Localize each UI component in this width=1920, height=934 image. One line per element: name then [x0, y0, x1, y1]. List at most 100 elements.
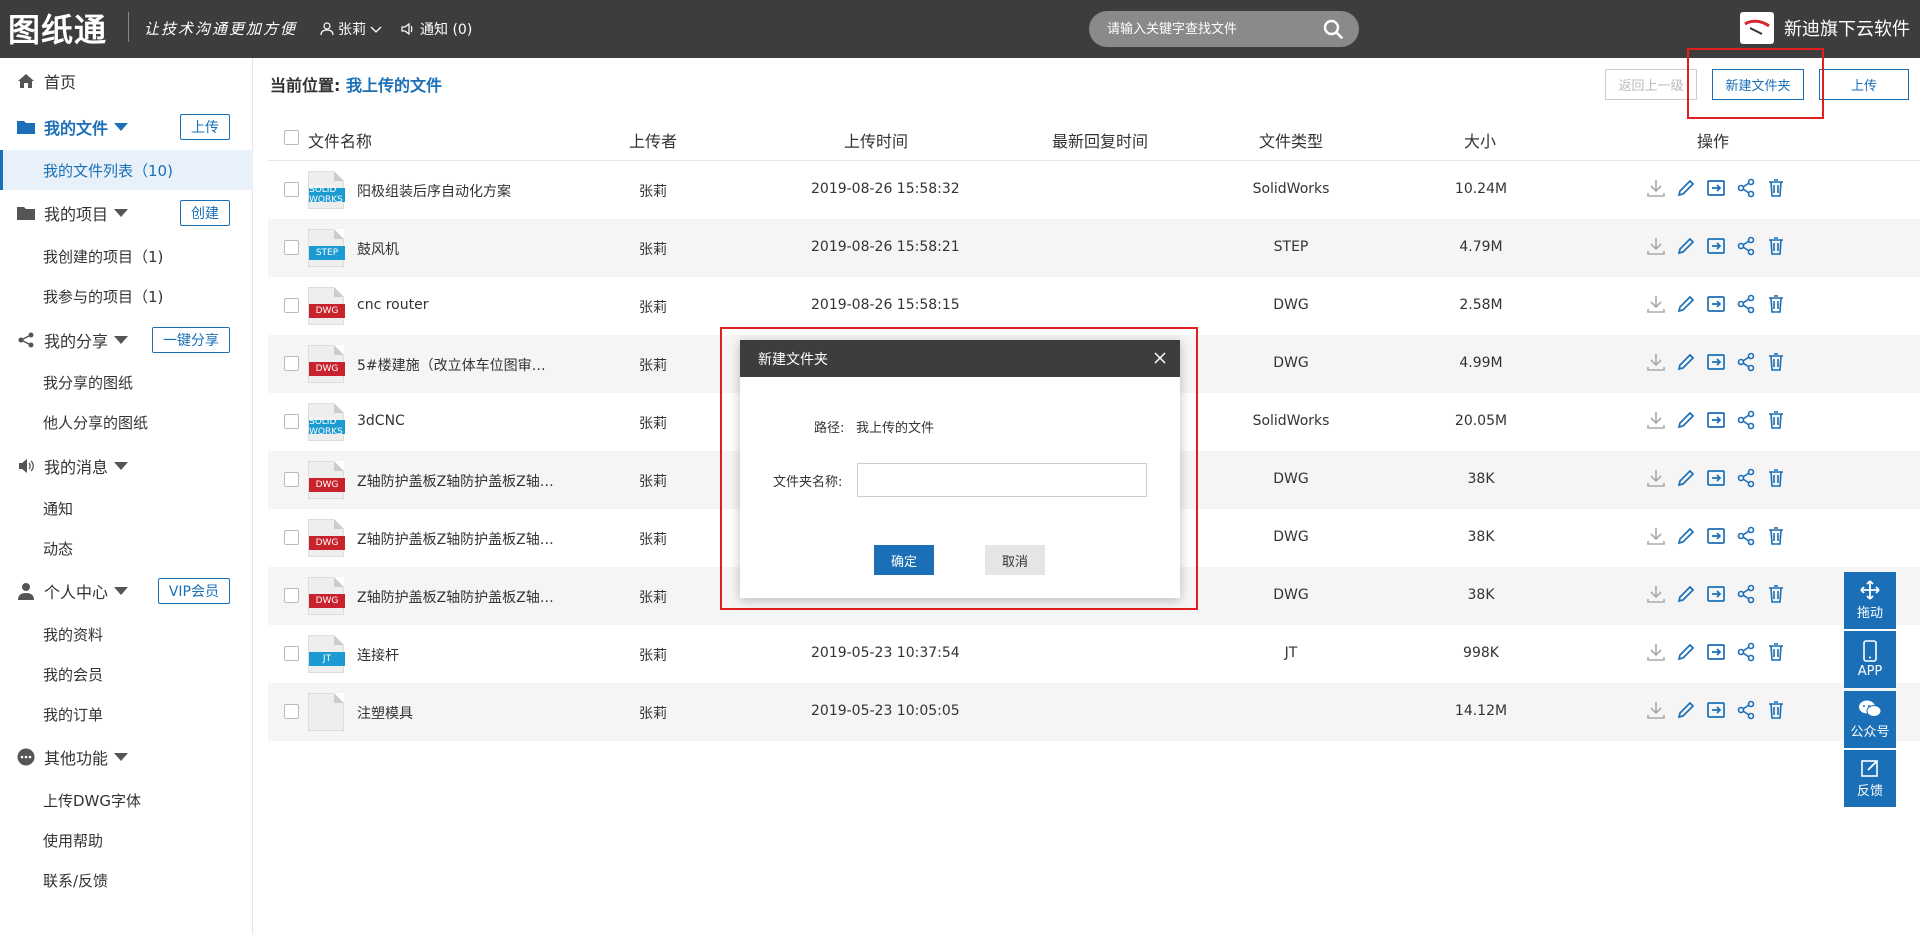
cancel-button[interactable]: 取消: [985, 545, 1045, 575]
download-icon[interactable]: [1646, 236, 1666, 256]
col-uploader[interactable]: 上传者: [629, 128, 677, 152]
delete-icon[interactable]: [1766, 410, 1786, 430]
download-icon[interactable]: [1646, 410, 1666, 430]
edit-icon[interactable]: [1676, 642, 1696, 662]
move-to-folder-icon[interactable]: [1706, 526, 1726, 546]
share-icon[interactable]: [1736, 178, 1756, 198]
table-row[interactable]: SOLID WORKS 阳极组装后序自动化方案 张莉 2019-08-26 15:58…: [268, 161, 1920, 219]
user-menu[interactable]: 张莉: [320, 19, 382, 39]
download-icon[interactable]: [1646, 178, 1666, 198]
upload-button[interactable]: 上传: [1819, 69, 1909, 100]
download-icon[interactable]: [1646, 700, 1666, 720]
sidebar-item-contact[interactable]: 联系/反馈: [0, 860, 253, 900]
table-row[interactable]: 注塑模具 张莉 2019-05-23 10:05:05 14.12M: [268, 683, 1920, 741]
share-icon[interactable]: [1736, 352, 1756, 372]
delete-icon[interactable]: [1766, 352, 1786, 372]
edit-icon[interactable]: [1676, 178, 1696, 198]
sidebar-item-other-functions[interactable]: 其他功能: [0, 737, 253, 777]
sidebar-item-joined-projects[interactable]: 我参与的项目（1): [0, 276, 253, 316]
file-name[interactable]: 连接杆: [357, 645, 399, 665]
search-input[interactable]: [1107, 11, 1307, 47]
feedback-button[interactable]: 反馈: [1844, 750, 1896, 807]
col-file-type[interactable]: 文件类型: [1259, 128, 1323, 152]
table-row[interactable]: DWG cnc router 张莉 2019-08-26 15:58:15 DWG 2.5…: [268, 277, 1920, 335]
share-icon[interactable]: [1736, 584, 1756, 604]
file-name[interactable]: cnc router: [357, 297, 428, 313]
select-all-checkbox[interactable]: [284, 130, 299, 145]
file-name[interactable]: Z轴防护盖板Z轴防护盖板Z轴…: [357, 529, 554, 549]
col-name[interactable]: 文件名称: [308, 128, 372, 152]
table-row[interactable]: JT 连接杆 张莉 2019-05-23 10:37:54 JT 998K: [268, 625, 1920, 683]
move-to-folder-icon[interactable]: [1706, 468, 1726, 488]
move-to-folder-icon[interactable]: [1706, 700, 1726, 720]
row-checkbox[interactable]: [284, 298, 299, 313]
sidebar-one-click-share-button[interactable]: 一键分享: [152, 327, 230, 353]
download-icon[interactable]: [1646, 294, 1666, 314]
brand[interactable]: 新迪旗下云软件: [1740, 12, 1910, 44]
download-icon[interactable]: [1646, 642, 1666, 662]
wechat-button[interactable]: 公众号: [1844, 691, 1896, 748]
row-checkbox[interactable]: [284, 588, 299, 603]
sidebar-item-upload-font[interactable]: 上传DWG字体: [0, 780, 253, 820]
app-logo[interactable]: 图纸通: [8, 8, 107, 49]
new-folder-button[interactable]: 新建文件夹: [1712, 69, 1804, 100]
file-name[interactable]: 5#楼建施（改立体车位图审…: [357, 355, 546, 375]
table-row[interactable]: STEP 鼓风机 张莉 2019-08-26 15:58:21 STEP 4.79M: [268, 219, 1920, 277]
sidebar-upload-button[interactable]: 上传: [180, 114, 230, 140]
sidebar-item-my-messages[interactable]: 我的消息: [0, 446, 253, 486]
row-checkbox[interactable]: [284, 530, 299, 545]
sidebar-item-my-membership[interactable]: 我的会员: [0, 654, 253, 694]
share-icon[interactable]: [1736, 700, 1756, 720]
file-name[interactable]: Z轴防护盖板Z轴防护盖板Z轴…: [357, 587, 554, 607]
file-name[interactable]: 注塑模具: [357, 703, 413, 723]
share-icon[interactable]: [1736, 410, 1756, 430]
share-icon[interactable]: [1736, 642, 1756, 662]
sidebar-item-home[interactable]: 首页: [0, 61, 253, 101]
delete-icon[interactable]: [1766, 178, 1786, 198]
row-checkbox[interactable]: [284, 356, 299, 371]
sidebar-item-my-profile[interactable]: 我的资料: [0, 614, 253, 654]
back-button[interactable]: 返回上一级: [1605, 69, 1697, 100]
app-button[interactable]: APP: [1844, 631, 1896, 688]
close-icon[interactable]: [1152, 350, 1168, 366]
sidebar-item-my-orders[interactable]: 我的订单: [0, 694, 253, 734]
sidebar-item-created-projects[interactable]: 我创建的项目（1): [0, 236, 253, 276]
edit-icon[interactable]: [1676, 410, 1696, 430]
col-reply-time[interactable]: 最新回复时间: [1052, 128, 1148, 152]
row-checkbox[interactable]: [284, 414, 299, 429]
move-to-folder-icon[interactable]: [1706, 584, 1726, 604]
search-icon[interactable]: [1323, 19, 1343, 39]
edit-icon[interactable]: [1676, 352, 1696, 372]
sidebar-item-help[interactable]: 使用帮助: [0, 820, 253, 860]
col-upload-time[interactable]: 上传时间: [844, 128, 908, 152]
download-icon[interactable]: [1646, 468, 1666, 488]
delete-icon[interactable]: [1766, 294, 1786, 314]
edit-icon[interactable]: [1676, 236, 1696, 256]
edit-icon[interactable]: [1676, 468, 1696, 488]
sidebar-item-activity[interactable]: 动态: [0, 528, 253, 568]
sidebar-item-shared-drawings[interactable]: 我分享的图纸: [0, 362, 253, 402]
notification-link[interactable]: 通知 (0): [400, 19, 472, 39]
delete-icon[interactable]: [1766, 584, 1786, 604]
sidebar-item-my-file-list[interactable]: 我的文件列表（10): [0, 150, 253, 190]
sidebar-vip-button[interactable]: VIP会员: [157, 578, 230, 604]
sidebar-item-others-shared[interactable]: 他人分享的图纸: [0, 402, 253, 442]
row-checkbox[interactable]: [284, 704, 299, 719]
edit-icon[interactable]: [1676, 294, 1696, 314]
confirm-button[interactable]: 确定: [874, 545, 934, 575]
file-name[interactable]: 阳极组装后序自动化方案: [357, 181, 511, 201]
file-name[interactable]: 3dCNC: [357, 413, 405, 429]
edit-icon[interactable]: [1676, 526, 1696, 546]
delete-icon[interactable]: [1766, 468, 1786, 488]
row-checkbox[interactable]: [284, 646, 299, 661]
download-icon[interactable]: [1646, 584, 1666, 604]
delete-icon[interactable]: [1766, 236, 1786, 256]
row-checkbox[interactable]: [284, 472, 299, 487]
folder-name-input[interactable]: [857, 463, 1147, 497]
sidebar-create-button[interactable]: 创建: [180, 200, 230, 226]
file-name[interactable]: Z轴防护盖板Z轴防护盖板Z轴…: [357, 471, 554, 491]
edit-icon[interactable]: [1676, 700, 1696, 720]
move-to-folder-icon[interactable]: [1706, 642, 1726, 662]
delete-icon[interactable]: [1766, 526, 1786, 546]
move-to-folder-icon[interactable]: [1706, 294, 1726, 314]
